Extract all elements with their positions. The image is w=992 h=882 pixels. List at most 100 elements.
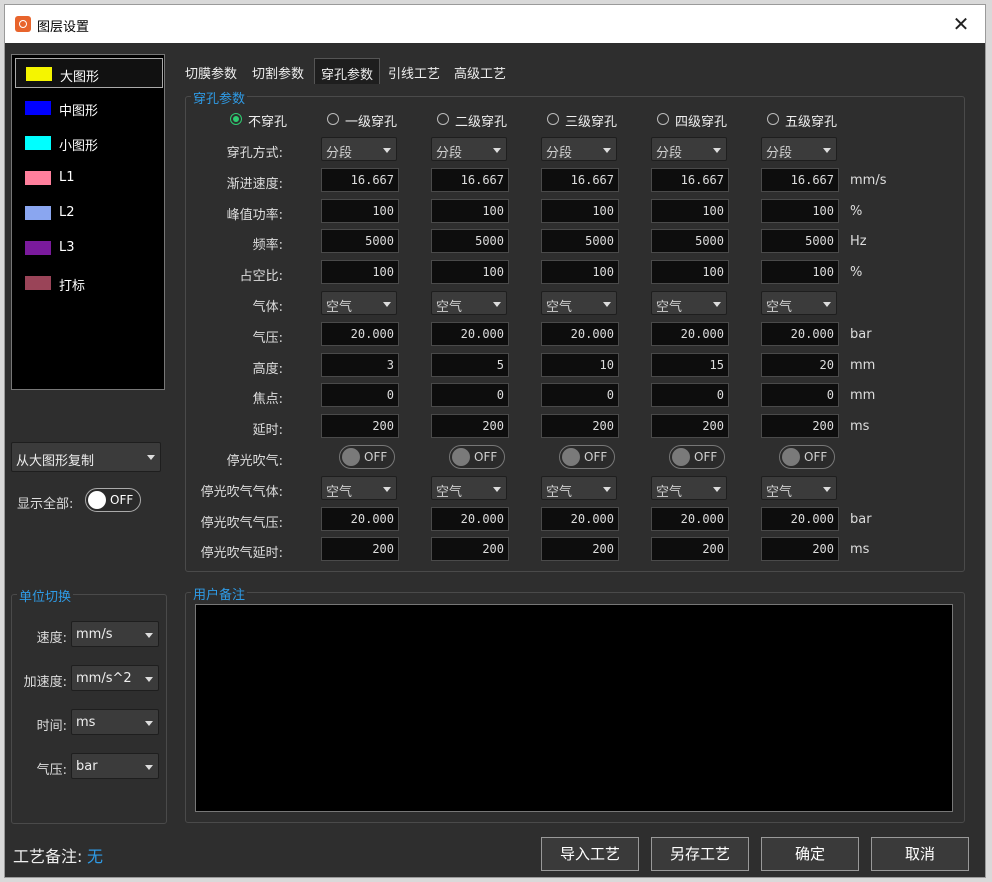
param-input[interactable]: 16.667 (651, 167, 729, 192)
param-input[interactable]: 20.000 (321, 506, 399, 531)
param-input[interactable]: 16.667 (431, 167, 509, 192)
param-dropdown[interactable]: 分段 (541, 137, 617, 161)
pierce-level-radio[interactable]: 三级穿孔 (547, 111, 637, 130)
param-dropdown[interactable]: 空气 (761, 291, 837, 315)
layer-item[interactable]: 打标 (15, 268, 163, 298)
layer-item[interactable]: 中图形 (15, 93, 163, 123)
tab-2[interactable]: 穿孔参数 (314, 58, 380, 84)
pierce-level-radio[interactable]: 一级穿孔 (327, 111, 417, 130)
param-input[interactable]: 5000 (651, 229, 729, 254)
tab-1[interactable]: 切割参数 (247, 58, 309, 84)
layer-item[interactable]: 大图形 (15, 58, 163, 88)
copy-from-dropdown[interactable]: 从大图形复制 (11, 442, 161, 472)
param-input[interactable]: 20.000 (651, 321, 729, 346)
param-input[interactable]: 200 (541, 537, 619, 562)
pierce-level-radio[interactable]: 不穿孔 (230, 111, 320, 130)
layer-item[interactable]: L2 (15, 198, 163, 228)
param-dropdown[interactable]: 空气 (431, 291, 507, 315)
param-input[interactable]: 5000 (541, 229, 619, 254)
param-input[interactable]: 200 (651, 414, 729, 439)
param-input[interactable]: 20.000 (431, 321, 509, 346)
layer-item[interactable]: L1 (15, 163, 163, 193)
param-input[interactable]: 10 (541, 352, 619, 377)
param-toggle[interactable]: OFF (559, 445, 615, 469)
param-input[interactable]: 0 (431, 383, 509, 408)
close-button[interactable]: ✕ (949, 12, 973, 36)
pierce-level-radio[interactable]: 四级穿孔 (657, 111, 747, 130)
param-input[interactable]: 200 (321, 537, 399, 562)
param-input[interactable]: 5 (431, 352, 509, 377)
param-dropdown[interactable]: 空气 (431, 475, 507, 500)
param-input[interactable]: 20.000 (541, 321, 619, 346)
footer-button-1[interactable]: 另存工艺 (651, 837, 749, 871)
param-input[interactable]: 16.667 (321, 167, 399, 192)
param-input[interactable]: 200 (431, 537, 509, 562)
param-input[interactable]: 5000 (321, 229, 399, 254)
layer-item[interactable]: 小图形 (15, 128, 163, 158)
param-input[interactable]: 3 (321, 352, 399, 377)
param-input[interactable]: 16.667 (541, 167, 619, 192)
param-input[interactable]: 200 (431, 414, 509, 439)
tab-3[interactable]: 引线工艺 (383, 58, 445, 84)
param-dropdown[interactable]: 空气 (321, 475, 397, 500)
param-input[interactable]: 5000 (431, 229, 509, 254)
param-input[interactable]: 100 (321, 198, 399, 223)
unit-dropdown[interactable]: mm/s (71, 621, 159, 647)
param-input[interactable]: 15 (651, 352, 729, 377)
param-input[interactable]: 100 (541, 260, 619, 285)
param-input[interactable]: 100 (541, 198, 619, 223)
param-input[interactable]: 20.000 (541, 506, 619, 531)
param-dropdown[interactable]: 空气 (651, 475, 727, 500)
tab-4[interactable]: 高级工艺 (449, 58, 511, 84)
param-input[interactable]: 100 (651, 260, 729, 285)
param-input[interactable]: 100 (651, 198, 729, 223)
param-input[interactable]: 100 (431, 260, 509, 285)
param-input[interactable]: 20.000 (321, 321, 399, 346)
param-dropdown[interactable]: 分段 (321, 137, 397, 161)
param-toggle[interactable]: OFF (339, 445, 395, 469)
param-input[interactable]: 0 (321, 383, 399, 408)
param-input[interactable]: 100 (431, 198, 509, 223)
unit-dropdown[interactable]: bar (71, 753, 159, 779)
param-dropdown[interactable]: 空气 (541, 291, 617, 315)
param-dropdown[interactable]: 空气 (541, 475, 617, 500)
footer-button-3[interactable]: 取消 (871, 837, 969, 871)
show-all-toggle[interactable]: OFF (85, 488, 141, 512)
param-input[interactable]: 5000 (761, 229, 839, 254)
param-toggle[interactable]: OFF (779, 445, 835, 469)
user-notes-textarea[interactable] (195, 604, 953, 812)
param-input[interactable]: 200 (761, 537, 839, 562)
unit-dropdown[interactable]: mm/s^2 (71, 665, 159, 691)
param-dropdown[interactable]: 分段 (431, 137, 507, 161)
param-toggle[interactable]: OFF (669, 445, 725, 469)
layer-item[interactable]: L3 (15, 233, 163, 263)
param-input[interactable]: 0 (541, 383, 619, 408)
pierce-level-radio[interactable]: 五级穿孔 (767, 111, 857, 130)
param-input[interactable]: 20.000 (651, 506, 729, 531)
tab-0[interactable]: 切膜参数 (179, 58, 243, 84)
param-input[interactable]: 200 (321, 414, 399, 439)
param-input[interactable]: 200 (541, 414, 619, 439)
param-toggle[interactable]: OFF (449, 445, 505, 469)
param-input[interactable]: 200 (761, 414, 839, 439)
pierce-level-radio[interactable]: 二级穿孔 (437, 111, 527, 130)
param-input[interactable]: 20.000 (431, 506, 509, 531)
param-input[interactable]: 20.000 (761, 321, 839, 346)
param-dropdown[interactable]: 空气 (651, 291, 727, 315)
param-input[interactable]: 0 (761, 383, 839, 408)
footer-button-2[interactable]: 确定 (761, 837, 859, 871)
param-dropdown[interactable]: 分段 (651, 137, 727, 161)
param-input[interactable]: 20 (761, 352, 839, 377)
unit-dropdown[interactable]: ms (71, 709, 159, 735)
param-dropdown[interactable]: 分段 (761, 137, 837, 161)
footer-button-0[interactable]: 导入工艺 (541, 837, 639, 871)
param-input[interactable]: 100 (761, 260, 839, 285)
param-input[interactable]: 0 (651, 383, 729, 408)
param-input[interactable]: 100 (321, 260, 399, 285)
param-input[interactable]: 100 (761, 198, 839, 223)
param-dropdown[interactable]: 空气 (321, 291, 397, 315)
param-input[interactable]: 200 (651, 537, 729, 562)
param-input[interactable]: 20.000 (761, 506, 839, 531)
param-input[interactable]: 16.667 (761, 167, 839, 192)
param-dropdown[interactable]: 空气 (761, 475, 837, 500)
